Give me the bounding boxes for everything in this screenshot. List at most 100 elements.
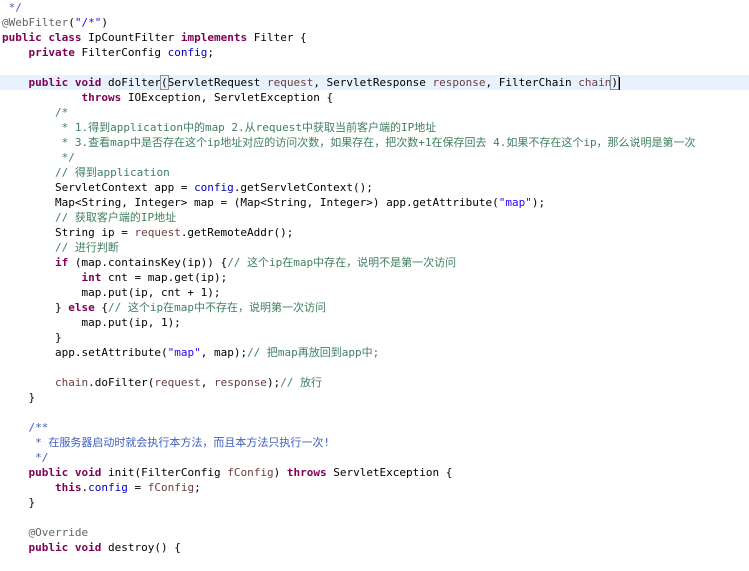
code-token: int xyxy=(81,271,102,284)
code-token: ); xyxy=(266,376,281,389)
code-token: ; xyxy=(207,46,214,59)
code-line[interactable]: */ xyxy=(2,150,75,165)
code-token: config xyxy=(167,46,208,59)
code-token: , ServletResponse xyxy=(313,76,433,89)
code-line[interactable]: } xyxy=(2,495,35,510)
code-line[interactable]: /* xyxy=(2,105,68,120)
code-line[interactable]: } xyxy=(2,330,62,345)
code-token: fConfig xyxy=(147,481,195,494)
code-token: chain xyxy=(54,376,89,389)
code-token: void xyxy=(74,466,102,479)
code-line[interactable]: int cnt = map.get(ip); xyxy=(2,270,227,285)
code-token: app.setAttribute( xyxy=(2,346,168,359)
code-token: ServletException { xyxy=(326,466,453,479)
code-token: .doFilter( xyxy=(88,376,155,389)
code-line[interactable]: // 获取客户端的IP地址 xyxy=(2,210,176,225)
code-line[interactable]: map.put(ip, cnt + 1); xyxy=(2,285,221,300)
code-line[interactable]: * 3.查看map中是否存在这个ip地址对应的访问次数，如果存在，把次数+1在保… xyxy=(2,135,696,150)
code-line[interactable]: /** xyxy=(2,420,48,435)
code-token: ServletRequest xyxy=(167,76,267,89)
code-token: cnt = map.get(ip); xyxy=(101,271,228,284)
code-line[interactable]: } else {// 这个ip在map中不存在，说明第一次访问 xyxy=(2,300,326,315)
code-token: private xyxy=(28,46,75,59)
code-token: public xyxy=(28,466,69,479)
code-token: ( xyxy=(68,16,75,29)
code-line[interactable]: @WebFilter("/*") xyxy=(2,15,108,30)
code-line[interactable]: */ xyxy=(2,0,22,15)
code-line[interactable]: if (map.containsKey(ip)) {// 这个ip在map中存在… xyxy=(2,255,456,270)
code-line[interactable]: app.setAttribute("map", map);// 把map再放回到… xyxy=(2,345,379,360)
code-line[interactable]: Map<String, Integer> map = (Map<String, … xyxy=(2,195,545,210)
code-token: "/*" xyxy=(74,16,102,29)
code-token: FilterConfig xyxy=(74,46,168,59)
code-token: // 把map再放回到app中; xyxy=(247,346,380,359)
code-token: implements xyxy=(180,31,248,44)
code-token: } xyxy=(2,496,36,509)
code-token: // 获取客户端的IP地址 xyxy=(2,211,177,224)
code-token: request xyxy=(134,226,181,239)
code-line[interactable]: throws IOException, ServletException { xyxy=(2,90,333,105)
code-token: // 这个ip在map中不存在，说明第一次访问 xyxy=(107,301,326,314)
code-line[interactable]: // 得到application xyxy=(2,165,170,180)
code-token: , xyxy=(200,376,214,389)
code-line[interactable]: ServletContext app = config.getServletCo… xyxy=(2,180,373,195)
code-line[interactable]: this.config = fConfig; xyxy=(2,480,201,495)
code-token: ( xyxy=(160,75,169,90)
code-token: chain xyxy=(578,76,612,89)
code-token: // 得到application xyxy=(2,166,170,179)
code-token: ) xyxy=(273,466,287,479)
code-line[interactable]: * 在服务器启动时就会执行本方法，而且本方法只执行一次! xyxy=(2,435,330,450)
code-token: fConfig xyxy=(227,466,274,479)
code-token: // 放行 xyxy=(280,376,323,389)
code-line[interactable]: */ xyxy=(2,450,48,465)
code-token: } xyxy=(2,331,62,344)
current-code-line[interactable]: public void doFilter(ServletRequest requ… xyxy=(0,75,749,90)
code-line[interactable]: private FilterConfig config; xyxy=(2,45,214,60)
code-line[interactable]: public void init(FilterConfig fConfig) t… xyxy=(2,465,453,480)
code-token: .getServletContext(); xyxy=(233,181,373,194)
code-line[interactable]: } xyxy=(2,390,35,405)
code-token: */ xyxy=(2,451,49,464)
code-token: String ip = xyxy=(2,226,135,239)
code-token: * 3.查看map中是否存在这个ip地址对应的访问次数，如果存在，把次数+1在保… xyxy=(2,136,696,149)
code-token: request xyxy=(266,76,314,89)
code-token: map.put(ip, cnt + 1); xyxy=(2,286,221,299)
code-token: ) xyxy=(610,75,619,90)
code-editor[interactable]: */@WebFilter("/*") public class IpCountFi… xyxy=(0,0,749,571)
code-line[interactable]: String ip = request.getRemoteAddr(); xyxy=(2,225,293,240)
code-token: ServletContext app = xyxy=(2,181,195,194)
code-token: Map<String, Integer> map = (Map<String, … xyxy=(2,196,499,209)
code-token: this xyxy=(54,481,82,494)
code-token: /** xyxy=(2,421,49,434)
code-line[interactable]: // 进行判断 xyxy=(2,240,119,255)
code-line[interactable]: public class IpCountFilter implements Fi… xyxy=(2,30,307,45)
code-token: throws xyxy=(286,466,327,479)
code-token: @Override xyxy=(28,526,89,539)
code-token: throws xyxy=(81,91,122,104)
code-token: @WebFilter xyxy=(2,16,69,29)
code-token: ; xyxy=(194,481,201,494)
code-token: // 进行判断 xyxy=(2,241,119,254)
code-token: (map.containsKey(ip)) { xyxy=(68,256,228,269)
code-token: * 在服务器启动时就会执行本方法，而且本方法只执行一次! xyxy=(2,436,330,449)
code-line[interactable]: @Override xyxy=(2,525,89,540)
code-token: config xyxy=(194,181,234,194)
code-token: , map); xyxy=(200,346,248,359)
code-line[interactable]: * 1.得到application中的map 2.从request中获取当前客户… xyxy=(2,120,437,135)
code-token: else xyxy=(68,301,95,314)
code-line[interactable]: chain.doFilter(request, response);// 放行 xyxy=(2,375,322,390)
code-token: void xyxy=(74,76,102,89)
code-token: * 1.得到application中的map 2.从request中获取当前客户… xyxy=(2,121,437,134)
code-line[interactable]: map.put(ip, 1); xyxy=(2,315,180,330)
code-token: public xyxy=(28,541,69,554)
code-token: { xyxy=(94,301,108,314)
code-token: .getRemoteAddr(); xyxy=(180,226,294,239)
code-line[interactable]: public void destroy() { xyxy=(2,540,181,555)
